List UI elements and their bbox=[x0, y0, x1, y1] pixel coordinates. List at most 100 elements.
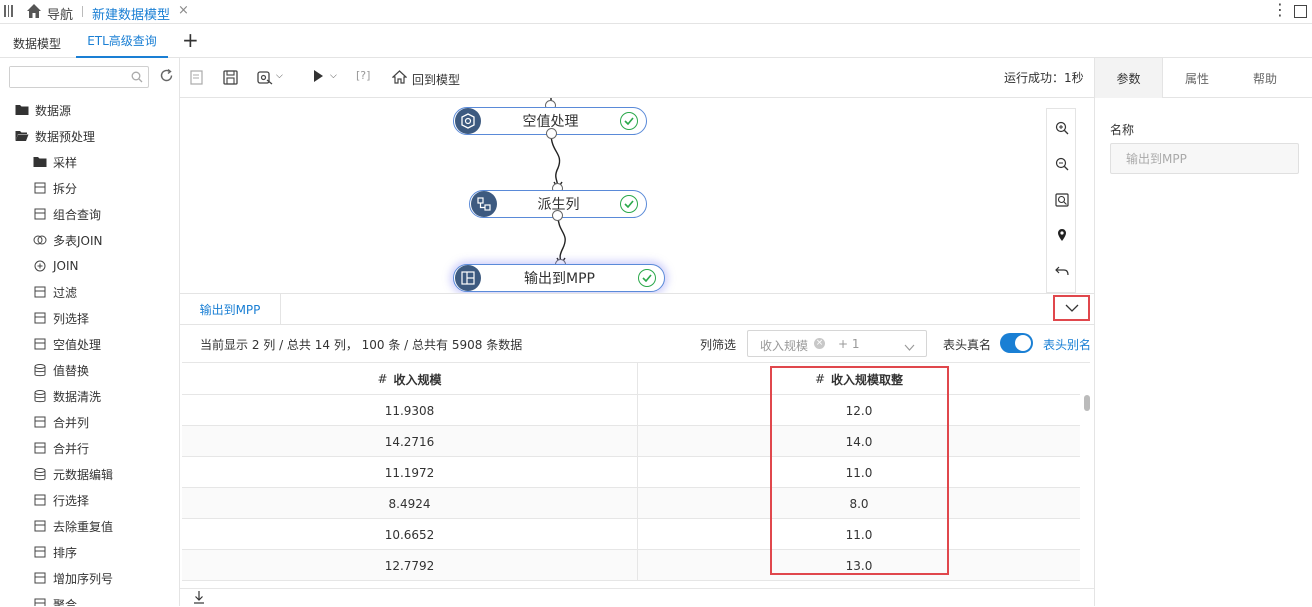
sidebar-item[interactable]: 聚合 bbox=[33, 591, 77, 606]
zoom-out-icon[interactable] bbox=[1047, 149, 1077, 179]
combine-icon bbox=[33, 207, 47, 221]
tab-parameters[interactable]: 参数 bbox=[1095, 58, 1163, 98]
sidebar-item[interactable]: 列选择 bbox=[33, 305, 89, 331]
sidebar-item[interactable]: 过滤 bbox=[33, 279, 77, 305]
header-alias-label[interactable]: 表头别名 bbox=[1043, 336, 1091, 353]
row-select-icon bbox=[33, 493, 47, 507]
sidebar-item-label: 数据清洗 bbox=[53, 389, 102, 404]
filter-tag: 收入规模 bbox=[760, 339, 809, 353]
zoom-in-icon[interactable] bbox=[1047, 113, 1077, 143]
editor-toolbar: ⌵ ⌵ [?] 回到模型 运行成功：1秒 bbox=[180, 58, 1094, 98]
tab-help[interactable]: 帮助 bbox=[1231, 58, 1299, 98]
sidebar-item[interactable]: 空值处理 bbox=[33, 331, 101, 357]
folder-icon bbox=[15, 103, 29, 117]
node-label: 输出到MPP bbox=[524, 271, 595, 287]
search-field[interactable] bbox=[10, 67, 125, 87]
sidebar-item[interactable]: 多表JOIN bbox=[33, 227, 103, 253]
flow-canvas[interactable]: 空值处理 派生列 输出到MPP bbox=[180, 98, 1094, 293]
sidebar-item-label: 值替换 bbox=[53, 363, 90, 378]
fit-view-icon[interactable] bbox=[1047, 185, 1077, 215]
flow-node-output-mpp[interactable]: 输出到MPP bbox=[453, 264, 665, 292]
data-summary: 当前显示 2 列 / 总共 14 列， 100 条 / 总共有 5908 条数据 bbox=[200, 338, 523, 352]
name-field[interactable]: 输出到MPP bbox=[1110, 143, 1299, 174]
tab-attributes[interactable]: 属性 bbox=[1163, 58, 1231, 98]
sidebar-item-label: 空值处理 bbox=[53, 337, 102, 352]
sidebar-item[interactable]: JOIN bbox=[33, 253, 79, 279]
chevron-down-icon[interactable]: ⌵ bbox=[330, 71, 337, 81]
remove-tag-icon[interactable]: × bbox=[814, 338, 825, 349]
help-button[interactable]: [?] bbox=[356, 69, 370, 82]
plus-circle-icon bbox=[33, 259, 47, 273]
column-filter-select[interactable]: 收入规模 × + 1 bbox=[747, 330, 927, 357]
table-cell: 11.1972 bbox=[384, 465, 435, 480]
back-to-model-button[interactable]: 回到模型 bbox=[412, 71, 460, 88]
numeric-type-icon: # bbox=[377, 372, 388, 386]
sidebar-item-label: 多表JOIN bbox=[53, 233, 103, 248]
tab-new-model[interactable]: 新建数据模型 bbox=[92, 4, 170, 23]
sidebar-item[interactable]: 值替换 bbox=[33, 357, 89, 383]
sidebar-item-label: 聚合 bbox=[53, 597, 78, 607]
sidebar-item-label: 行选择 bbox=[53, 493, 90, 508]
location-pin-icon[interactable] bbox=[1047, 220, 1077, 250]
sidebar-item[interactable]: 数据清洗 bbox=[33, 383, 101, 409]
header-name-toggle[interactable] bbox=[1000, 333, 1033, 353]
data-table: # 收入规模 # 收入规模取整 11.9308 12.0 14.2716 14.0 11.1… bbox=[182, 362, 1090, 582]
collapse-panel-button[interactable] bbox=[1053, 295, 1090, 321]
sidebar-item[interactable]: 增加序列号 bbox=[33, 565, 113, 591]
search-icon[interactable] bbox=[131, 71, 143, 86]
column-header[interactable]: # 收入规模 bbox=[182, 363, 637, 395]
save-icon[interactable] bbox=[223, 70, 238, 88]
chevron-down-icon[interactable] bbox=[904, 340, 915, 354]
undo-icon[interactable] bbox=[1047, 255, 1077, 285]
column-select-icon bbox=[33, 311, 47, 325]
maximize-icon[interactable] bbox=[1294, 5, 1307, 18]
sidebar-item[interactable]: 元数据编辑 bbox=[33, 461, 113, 487]
sidebar-item[interactable]: 合并列 bbox=[33, 409, 89, 435]
chevron-down-icon bbox=[1065, 304, 1078, 312]
chevron-down-icon[interactable]: ⌵ bbox=[276, 71, 283, 81]
sidebar-item[interactable]: 数据源 bbox=[15, 97, 71, 123]
table-scrollbar[interactable] bbox=[1084, 395, 1090, 411]
settings-icon[interactable] bbox=[257, 70, 273, 88]
run-icon[interactable] bbox=[312, 69, 324, 86]
table-cell: 14.2716 bbox=[384, 434, 435, 449]
sidebar-item[interactable]: 拆分 bbox=[33, 175, 77, 201]
properties-icon[interactable] bbox=[190, 70, 204, 88]
tab-data-model[interactable]: 数据模型 bbox=[13, 35, 61, 52]
back-to-model-icon[interactable] bbox=[391, 70, 408, 87]
node-output-port[interactable] bbox=[546, 128, 557, 139]
home-icon[interactable] bbox=[26, 3, 42, 22]
null-icon bbox=[33, 337, 47, 351]
more-icon[interactable]: ⋮ bbox=[1272, 2, 1288, 18]
sidebar-item[interactable]: 去除重复值 bbox=[33, 513, 113, 539]
nav-label[interactable]: 导航 bbox=[47, 4, 73, 23]
sidebar-item[interactable]: 数据预处理 bbox=[15, 123, 95, 149]
refresh-icon[interactable] bbox=[159, 68, 174, 86]
tab-etl-query[interactable]: ETL高级查询 bbox=[76, 24, 168, 58]
sidebar-item[interactable]: 行选择 bbox=[33, 487, 89, 513]
tab-output-mpp[interactable]: 输出到MPP bbox=[180, 294, 281, 325]
database-icon bbox=[33, 467, 47, 481]
table-cell: 8.4924 bbox=[388, 496, 431, 511]
close-icon[interactable]: × bbox=[178, 3, 189, 18]
sidebar-item-label: 采样 bbox=[53, 155, 78, 170]
column-header-label: 收入规模 bbox=[393, 372, 442, 387]
sidebar-item[interactable]: 采样 bbox=[33, 149, 77, 175]
node-output-port[interactable] bbox=[552, 210, 563, 221]
database-icon bbox=[33, 389, 47, 403]
run-status: 运行成功：1秒 bbox=[1004, 71, 1084, 85]
search-input[interactable] bbox=[9, 66, 149, 88]
sidebar-item[interactable]: 排序 bbox=[33, 539, 77, 565]
sidebar-item[interactable]: 合并行 bbox=[33, 435, 89, 461]
sidebar-item-label: 排序 bbox=[53, 545, 78, 560]
menu-icon[interactable] bbox=[4, 5, 14, 18]
add-tab-icon[interactable]: + bbox=[182, 29, 199, 51]
property-tab-bar: » 参数 属性 帮助 bbox=[1095, 58, 1312, 98]
column-filter-label: 列筛选 bbox=[700, 338, 737, 352]
download-icon[interactable] bbox=[193, 590, 205, 607]
sidebar-item[interactable]: 组合查询 bbox=[33, 201, 101, 227]
sidebar-item-label: 元数据编辑 bbox=[53, 467, 114, 482]
sidebar-item-label: JOIN bbox=[53, 259, 79, 273]
sidebar-item-label: 过滤 bbox=[53, 285, 78, 300]
merge-row-icon bbox=[33, 441, 47, 455]
